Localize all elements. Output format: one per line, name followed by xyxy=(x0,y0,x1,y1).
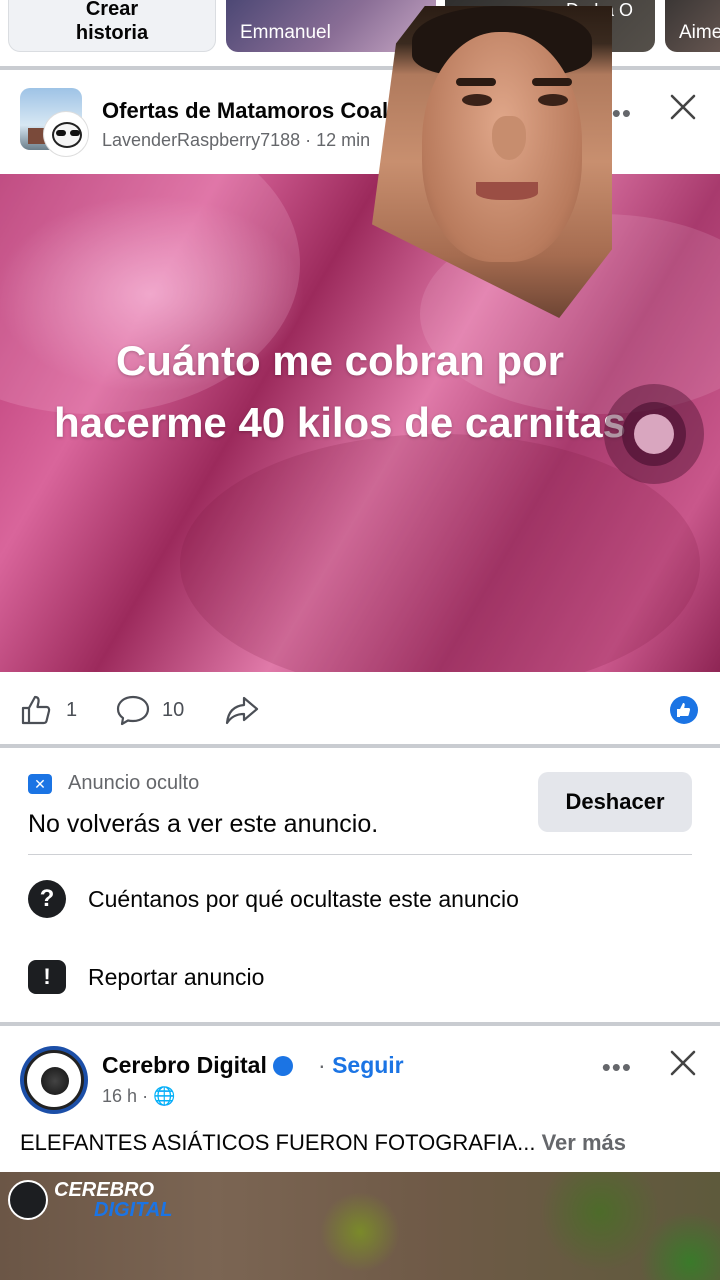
divider xyxy=(28,854,692,855)
verified-badge-icon xyxy=(272,1056,293,1076)
why-hidden-label: Cuéntanos por qué ocultaste este anuncio xyxy=(88,885,519,912)
author-name[interactable]: LavenderRaspberry7188 xyxy=(102,130,300,150)
page-name[interactable]: Cerebro Digital xyxy=(102,1052,293,1079)
close-icon[interactable] xyxy=(668,1048,698,1078)
question-icon: ? xyxy=(28,880,66,918)
story-create-label: Crear historia xyxy=(75,0,149,44)
story-create[interactable]: Crear historia xyxy=(8,0,216,52)
floating-record-button[interactable] xyxy=(604,384,704,484)
hidden-ad-message: No volverás a ver este anuncio. xyxy=(28,810,379,838)
report-ad-option[interactable]: ! Reportar anuncio xyxy=(28,960,264,994)
thumbs-up-icon xyxy=(21,695,51,725)
hidden-ad-x-icon: ✕ xyxy=(28,774,52,794)
story-card-aime[interactable]: Aime xyxy=(665,0,720,52)
watermark: CEREBRO DIGITAL xyxy=(8,1180,173,1220)
post-meta: LavenderRaspberry7188 · 12 min xyxy=(102,130,371,150)
post-meta: 16 h · 🌐 xyxy=(102,1086,176,1106)
why-hidden-option[interactable]: ? Cuéntanos por qué ocultaste este anunc… xyxy=(28,880,519,918)
hidden-ad-card: ✕ Anuncio oculto No volverás a ver este … xyxy=(0,750,720,1022)
see-more-link[interactable]: Ver más xyxy=(542,1130,626,1155)
hidden-ad-label: Anuncio oculto xyxy=(68,772,200,794)
story-name: Aime xyxy=(679,22,720,43)
more-options-icon[interactable]: ••• xyxy=(602,1052,632,1083)
post-header: Cerebro Digital · Seguir 16 h · 🌐 ••• xyxy=(0,1028,720,1118)
post-text: ELEFANTES ASIÁTICOS FUERON FOTOGRAFIA...… xyxy=(20,1130,626,1155)
globe-icon: 🌐 xyxy=(153,1086,176,1106)
story-name: Emmanuel xyxy=(240,22,331,43)
like-reaction-icon xyxy=(670,696,698,724)
post-time: 16 h xyxy=(102,1086,138,1106)
group-name[interactable]: Ofertas de Matamoros Coal xyxy=(102,98,388,124)
feed-divider xyxy=(0,744,720,748)
post-image[interactable]: CEREBRO DIGITAL xyxy=(0,1172,720,1280)
post-time: 12 min xyxy=(316,130,371,150)
post-actions-bar: 1 10 xyxy=(0,672,720,746)
comment-count: 10 xyxy=(162,698,185,721)
feed-divider xyxy=(0,1022,720,1026)
report-ad-label: Reportar anuncio xyxy=(88,963,265,990)
page-avatar[interactable] xyxy=(20,1046,88,1114)
undo-button[interactable]: Deshacer xyxy=(538,772,692,832)
post-caption: Cuánto me cobran por hacerme 40 kilos de… xyxy=(54,337,626,446)
share-action[interactable] xyxy=(224,694,260,726)
comment-action[interactable]: 10 xyxy=(116,694,184,726)
comment-icon xyxy=(116,695,150,726)
watermark-line1: CEREBRO xyxy=(54,1179,155,1201)
post-header: Ofertas de Matamoros Coal LavenderRaspbe… xyxy=(0,70,720,174)
watermark-line2: DIGITAL xyxy=(94,1199,173,1221)
close-icon[interactable] xyxy=(668,92,698,122)
share-icon xyxy=(225,696,259,725)
like-action[interactable]: 1 xyxy=(20,694,77,726)
like-count: 1 xyxy=(66,698,78,721)
stories-strip: Crearhistoria Emmanuel De La O Co Aime xyxy=(0,0,720,66)
cerebro-digital-logo-icon xyxy=(8,1180,48,1220)
report-icon: ! xyxy=(28,960,66,994)
follow-button[interactable]: · Seguir xyxy=(318,1052,404,1079)
author-avatar[interactable] xyxy=(44,112,88,156)
post-image[interactable]: Cuánto me cobran por hacerme 40 kilos de… xyxy=(0,174,720,672)
